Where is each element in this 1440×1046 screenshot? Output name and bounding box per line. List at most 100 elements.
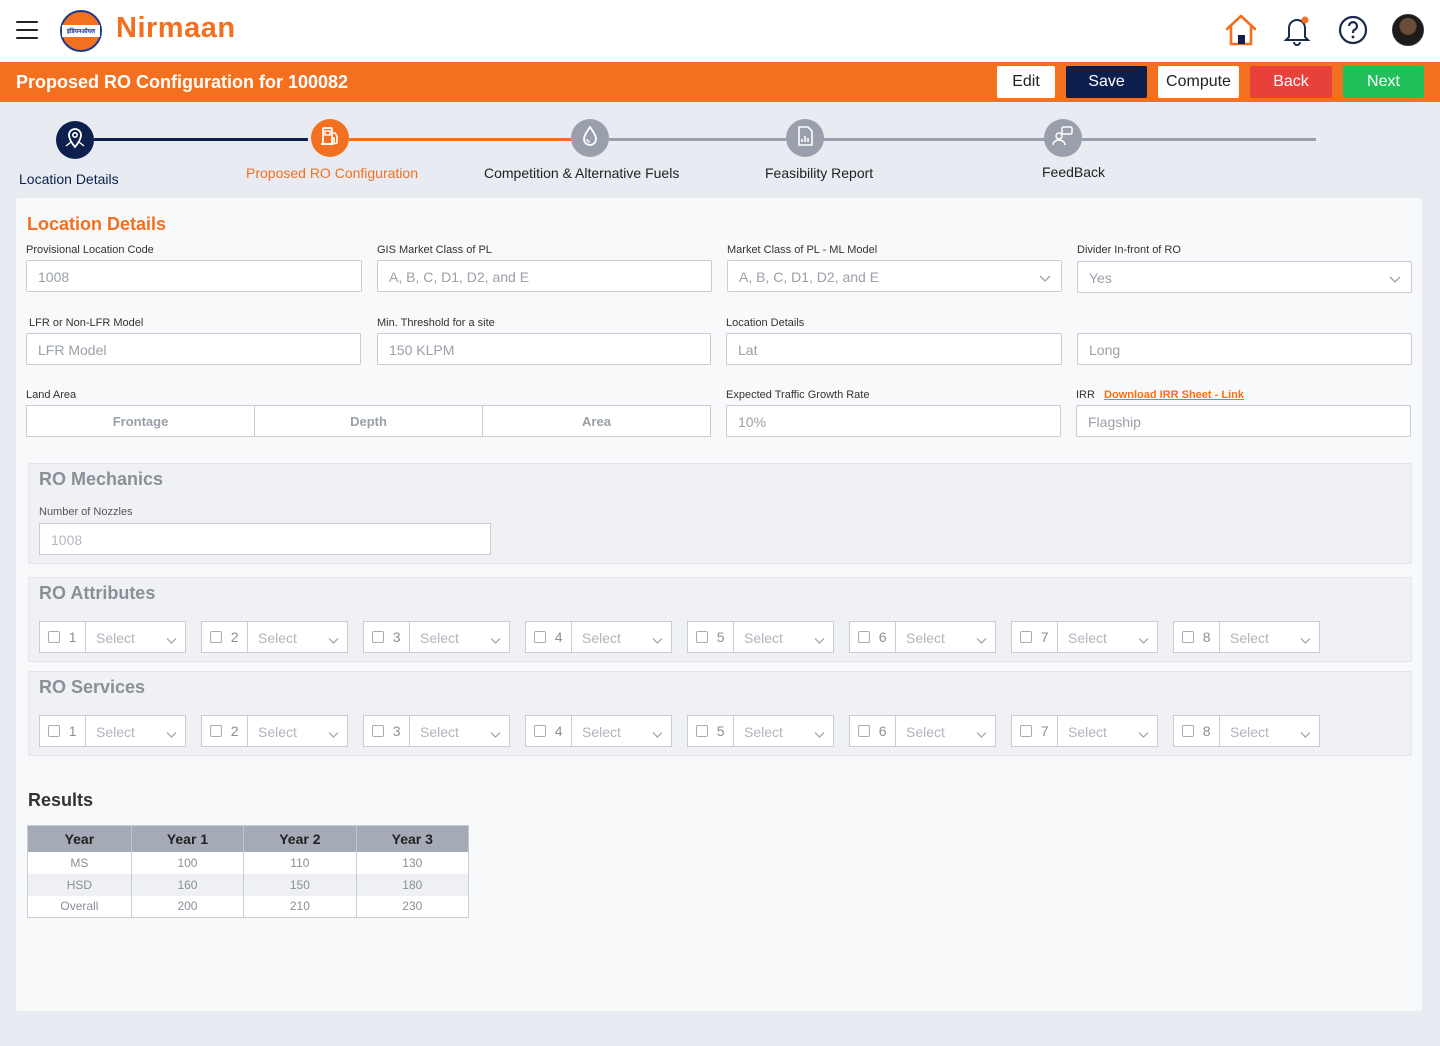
attribute-checkbox[interactable] xyxy=(48,631,61,643)
depth-input[interactable]: Depth xyxy=(255,406,483,436)
service-select[interactable]: Select xyxy=(896,716,995,746)
compute-button[interactable]: Compute xyxy=(1158,66,1239,98)
attribute-select[interactable]: Select xyxy=(572,622,671,652)
attribute-checkbox[interactable] xyxy=(372,631,385,643)
service-item[interactable]: 8 Select xyxy=(1173,715,1320,747)
item-number: 6 xyxy=(878,723,887,739)
attribute-checkbox[interactable] xyxy=(858,631,871,643)
attribute-select[interactable]: Select xyxy=(410,622,509,652)
attribute-checkbox[interactable] xyxy=(210,631,223,643)
help-icon[interactable] xyxy=(1336,12,1370,48)
chevron-down-icon xyxy=(1138,632,1149,648)
service-checkbox[interactable] xyxy=(858,725,871,737)
gis-market-class-input[interactable]: A, B, C, D1, D2, and E xyxy=(377,260,712,292)
field-value: Lat xyxy=(738,342,758,358)
attribute-checkbox[interactable] xyxy=(1020,631,1033,643)
item-number: 7 xyxy=(1040,629,1049,645)
number-of-nozzles-input[interactable]: 1008 xyxy=(39,523,491,555)
section-title-services: RO Services xyxy=(39,677,146,697)
attribute-select[interactable]: Select xyxy=(734,622,833,652)
field-label: GIS Market Class of PL xyxy=(377,244,492,256)
attribute-item[interactable]: 7 Select xyxy=(1011,621,1158,653)
service-checkbox[interactable] xyxy=(1020,725,1033,737)
field-label: Expected Traffic Growth Rate xyxy=(726,389,870,401)
attribute-item[interactable]: 3 Select xyxy=(363,621,510,653)
table-cell: 210 xyxy=(243,895,357,918)
service-item[interactable]: 4 Select xyxy=(525,715,672,747)
drop-icon xyxy=(578,124,602,153)
table-cell: HSD xyxy=(27,873,132,896)
item-number: 4 xyxy=(554,723,563,739)
home-icon[interactable] xyxy=(1224,12,1258,48)
irr-label-row: IRR Download IRR Sheet - Link xyxy=(1076,389,1244,401)
ml-market-class-select[interactable]: A, B, C, D1, D2, and E xyxy=(727,260,1062,292)
attribute-select[interactable]: Select xyxy=(1058,622,1157,652)
service-select[interactable]: Select xyxy=(410,716,509,746)
area-input[interactable]: Area xyxy=(483,406,710,436)
service-checkbox[interactable] xyxy=(696,725,709,737)
lfr-model-input[interactable]: LFR Model xyxy=(26,333,361,365)
attribute-item[interactable]: 2 Select xyxy=(201,621,348,653)
service-checkbox[interactable] xyxy=(1182,725,1195,737)
latitude-input[interactable]: Lat xyxy=(726,333,1062,365)
service-item[interactable]: 2 Select xyxy=(201,715,348,747)
service-checkbox[interactable] xyxy=(48,725,61,737)
menu-icon[interactable] xyxy=(16,21,38,39)
attribute-select[interactable]: Select xyxy=(248,622,347,652)
table-cell: 110 xyxy=(243,851,357,874)
service-select[interactable]: Select xyxy=(572,716,671,746)
attribute-checkbox[interactable] xyxy=(696,631,709,643)
ro-services-panel: RO Services 1 Select 2 Select 3 Select 4 Sel… xyxy=(28,671,1412,756)
field-value: 150 KLPM xyxy=(389,342,455,358)
longitude-input[interactable]: Long xyxy=(1077,333,1412,365)
attribute-select[interactable]: Select xyxy=(86,622,185,652)
attribute-item[interactable]: 1 Select xyxy=(39,621,186,653)
step-proposed-ro-configuration[interactable] xyxy=(311,119,349,157)
service-select[interactable]: Select xyxy=(734,716,833,746)
attribute-item[interactable]: 5 Select xyxy=(687,621,834,653)
back-button[interactable]: Back xyxy=(1250,66,1332,98)
service-item[interactable]: 5 Select xyxy=(687,715,834,747)
select-value: Select xyxy=(420,630,459,646)
step-competition[interactable] xyxy=(571,119,609,157)
attribute-checkbox[interactable] xyxy=(1182,631,1195,643)
attribute-select[interactable]: Select xyxy=(1220,622,1319,652)
service-item[interactable]: 1 Select xyxy=(39,715,186,747)
irr-input[interactable]: Flagship xyxy=(1076,405,1411,437)
item-number: 2 xyxy=(230,629,239,645)
attribute-select[interactable]: Select xyxy=(896,622,995,652)
save-button[interactable]: Save xyxy=(1066,66,1147,98)
service-item[interactable]: 3 Select xyxy=(363,715,510,747)
attribute-item[interactable]: 8 Select xyxy=(1173,621,1320,653)
provisional-location-code-input[interactable]: 1008 xyxy=(26,260,362,292)
edit-button[interactable]: Edit xyxy=(997,66,1055,98)
frontage-input[interactable]: Frontage xyxy=(27,406,255,436)
bell-icon[interactable] xyxy=(1280,12,1314,48)
service-select[interactable]: Select xyxy=(1058,716,1157,746)
section-title-mechanics: RO Mechanics xyxy=(39,469,164,489)
min-threshold-input[interactable]: 150 KLPM xyxy=(377,333,711,365)
item-number: 1 xyxy=(68,629,77,645)
service-select[interactable]: Select xyxy=(1220,716,1319,746)
attribute-item[interactable]: 4 Select xyxy=(525,621,672,653)
service-item[interactable]: 6 Select xyxy=(849,715,996,747)
download-irr-link[interactable]: Download IRR Sheet - Link xyxy=(1104,389,1244,401)
field-value: LFR Model xyxy=(38,342,107,358)
service-select[interactable]: Select xyxy=(86,716,185,746)
divider-select[interactable]: Yes xyxy=(1077,261,1412,293)
next-button[interactable]: Next xyxy=(1343,66,1424,98)
service-checkbox[interactable] xyxy=(372,725,385,737)
attribute-checkbox[interactable] xyxy=(534,631,547,643)
step-feasibility-report[interactable] xyxy=(786,119,824,157)
service-select[interactable]: Select xyxy=(248,716,347,746)
step-feedback[interactable] xyxy=(1044,119,1082,157)
attribute-item[interactable]: 6 Select xyxy=(849,621,996,653)
step-location-details[interactable] xyxy=(56,121,94,159)
service-item[interactable]: 7 Select xyxy=(1011,715,1158,747)
service-checkbox[interactable] xyxy=(210,725,223,737)
select-value: Select xyxy=(744,630,783,646)
select-value: Select xyxy=(1230,724,1269,740)
avatar[interactable] xyxy=(1392,14,1424,46)
traffic-growth-input[interactable]: 10% xyxy=(726,405,1061,437)
service-checkbox[interactable] xyxy=(534,725,547,737)
